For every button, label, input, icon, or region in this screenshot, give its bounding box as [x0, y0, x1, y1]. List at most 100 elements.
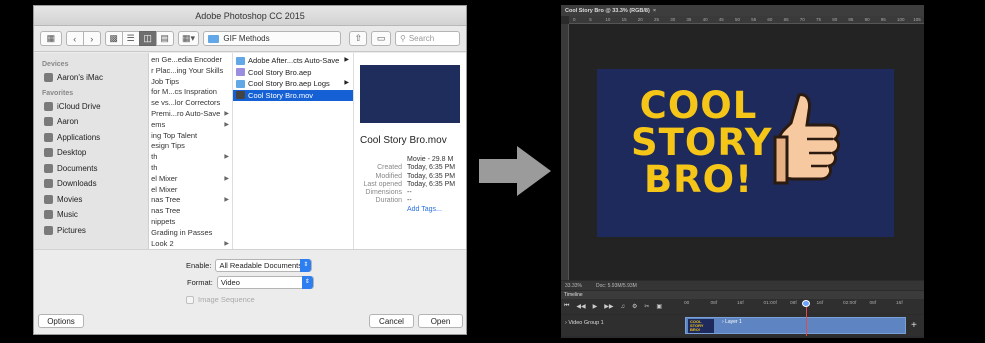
- timeline-tick-label: 02:00f: [843, 301, 857, 306]
- ruler-tick-label: 35: [686, 17, 692, 22]
- column-1-item[interactable]: Look 2 ▶: [149, 239, 232, 249]
- arrange-button[interactable]: ▦▾: [177, 31, 200, 46]
- column-1-item[interactable]: Job Tips: [149, 77, 232, 88]
- icon-view-button[interactable]: ▩: [104, 31, 123, 46]
- enable-popup[interactable]: All Readable Documents ⇕: [215, 259, 313, 272]
- column-1-item[interactable]: Premi...ro Auto-Save ▶: [149, 109, 232, 120]
- video-group-label[interactable]: › Video Group 1: [565, 320, 604, 326]
- ruler-tick-label: 30: [670, 17, 676, 22]
- image-sequence-row: Image Sequence: [186, 295, 255, 304]
- meta-key: [360, 156, 402, 163]
- format-popup[interactable]: Video ⇕: [216, 276, 314, 289]
- options-button[interactable]: Options: [38, 314, 84, 328]
- column-2-item[interactable]: Cool Story Bro.aep: [233, 67, 353, 79]
- column-1-item[interactable]: r Plac...ing Your Skills: [149, 66, 232, 77]
- prev-frame-icon[interactable]: ◀◀: [576, 303, 585, 310]
- format-label: Format:: [187, 278, 213, 287]
- downloads-icon: [44, 179, 53, 189]
- cancel-button[interactable]: Cancel: [369, 314, 414, 328]
- column-1-item[interactable]: se vs...lor Correctors: [149, 98, 232, 109]
- sidebar-item-label: Downloads: [57, 179, 97, 189]
- doc-info: Doc: 5.93M/5.93M: [595, 282, 637, 289]
- sidebar-favorite-item[interactable]: Pictures: [34, 223, 148, 239]
- sidebar-favorite-item[interactable]: Documents: [34, 161, 148, 177]
- audio-icon[interactable]: ♫: [621, 304, 626, 310]
- column-2-item[interactable]: Adobe After...cts Auto-Save ▶: [233, 55, 353, 67]
- column-1-item[interactable]: th: [149, 163, 232, 174]
- artboard[interactable]: COOL STORY BRO!: [597, 69, 894, 237]
- open-button[interactable]: Open: [418, 314, 463, 328]
- item-label: r Plac...ing Your Skills: [151, 65, 224, 75]
- preview-pane: Cool Story Bro.mov Movie - 29.8 M Created…: [354, 53, 466, 249]
- sidebar-item-label: Movies: [57, 194, 83, 204]
- column-1-item[interactable]: ems ▶: [149, 120, 232, 131]
- add-tags-link[interactable]: Add Tags...: [407, 206, 460, 213]
- tag-button[interactable]: ▭: [371, 31, 391, 46]
- back-button[interactable]: ‹: [65, 31, 84, 46]
- layer-clip[interactable]: COOL STORY BRO! › Layer 1: [685, 317, 906, 334]
- column-2-item[interactable]: Cool Story Bro.aep Logs ▶: [233, 78, 353, 90]
- list-view-button[interactable]: ☰: [121, 31, 140, 46]
- settings-icon[interactable]: ⚙: [632, 303, 637, 310]
- stepper-icon: ⇕: [300, 259, 312, 272]
- aep-file-icon: [236, 68, 246, 77]
- path-popup[interactable]: GIF Methods: [203, 31, 342, 46]
- tab-close-icon[interactable]: ×: [653, 8, 656, 14]
- column-1-item[interactable]: nippets: [149, 217, 232, 228]
- item-label: Cool Story Bro.aep: [248, 67, 312, 77]
- column-1-item[interactable]: en Ge...edia Encoder: [149, 55, 232, 66]
- imac-icon: [44, 73, 53, 83]
- preview-file-name: Cool Story Bro.mov: [360, 135, 447, 146]
- column-1-item[interactable]: nas Tree ▶: [149, 195, 232, 206]
- item-label: nas Tree: [151, 195, 181, 205]
- format-value: Video: [220, 278, 240, 287]
- coverflow-view-button[interactable]: ▤: [155, 31, 174, 46]
- column-1-item[interactable]: Grading in Passes: [149, 228, 232, 239]
- clip-thumbnail: COOL STORY BRO!: [688, 319, 714, 333]
- disclosure-arrow-icon: ▶: [224, 110, 230, 117]
- column-2-item[interactable]: Cool Story Bro.mov: [233, 89, 353, 101]
- next-frame-icon[interactable]: ▶▶: [604, 303, 613, 310]
- column-1-item[interactable]: el Mixer ▶: [149, 174, 232, 185]
- ruler-tick-label: 25: [654, 17, 660, 22]
- first-frame-icon[interactable]: ⏮: [564, 303, 569, 310]
- column-1-item[interactable]: for M...cs Inspration: [149, 87, 232, 98]
- image-sequence-checkbox[interactable]: [186, 295, 194, 304]
- sidebar-toggle-button[interactable]: ▦: [40, 31, 62, 46]
- sidebar-favorite-item[interactable]: iCloud Drive: [34, 99, 148, 115]
- item-label: Job Tips: [151, 76, 180, 86]
- column-view-button[interactable]: ◫: [138, 31, 157, 46]
- zoom-level[interactable]: 33.33%: [565, 283, 582, 289]
- timeline-tick-label: 01:00f: [763, 301, 777, 306]
- document-tab[interactable]: Cool Story Bro @ 33.3% (RGB/8) ×: [561, 5, 924, 16]
- format-row: Format: Video ⇕: [187, 276, 314, 289]
- forward-button[interactable]: ›: [82, 31, 101, 46]
- item-label: for M...cs Inspration: [151, 87, 217, 97]
- sidebar-favorite-item[interactable]: Movies: [34, 192, 148, 208]
- column-1-item[interactable]: th ▶: [149, 152, 232, 163]
- timeline-tick-label: 08f: [710, 301, 718, 306]
- sidebar-favorite-item[interactable]: Downloads: [34, 176, 148, 192]
- add-media-icon[interactable]: +: [911, 320, 917, 331]
- sidebar-favorite-item[interactable]: Aaron: [34, 114, 148, 130]
- column-1-item[interactable]: el Mixer: [149, 185, 232, 196]
- sidebar-favorite-item[interactable]: Desktop: [34, 145, 148, 161]
- canvas-area[interactable]: COOL STORY BRO!: [569, 24, 924, 280]
- sidebar-device-item[interactable]: Aaron's iMac: [34, 70, 148, 86]
- timeline-tick-label: 08f: [790, 301, 797, 306]
- search-input[interactable]: ⚲ Search: [394, 31, 461, 46]
- play-icon[interactable]: ▶: [593, 303, 598, 310]
- open-file-dialog: Adobe Photoshop CC 2015 ▦ ‹ › ▩ ☰ ◫ ▤ ▦▾…: [33, 5, 467, 335]
- ruler-tick-label: 45: [718, 17, 724, 22]
- share-button[interactable]: ⇧: [349, 31, 368, 46]
- playhead-handle[interactable]: [802, 300, 810, 307]
- split-icon[interactable]: ✂: [644, 303, 649, 310]
- column-1-item[interactable]: ing Top Talent: [149, 131, 232, 142]
- sidebar-favorite-item[interactable]: Music: [34, 207, 148, 223]
- column-1-item[interactable]: nas Tree: [149, 206, 232, 217]
- disclosure-arrow-icon: ▶: [224, 175, 230, 182]
- status-bar: 33.33% Doc: 5.93M/5.93M: [561, 281, 924, 290]
- column-1-item[interactable]: esign Tips: [149, 141, 232, 152]
- sidebar-favorite-item[interactable]: Applications: [34, 130, 148, 146]
- transition-icon[interactable]: ▣: [656, 303, 662, 310]
